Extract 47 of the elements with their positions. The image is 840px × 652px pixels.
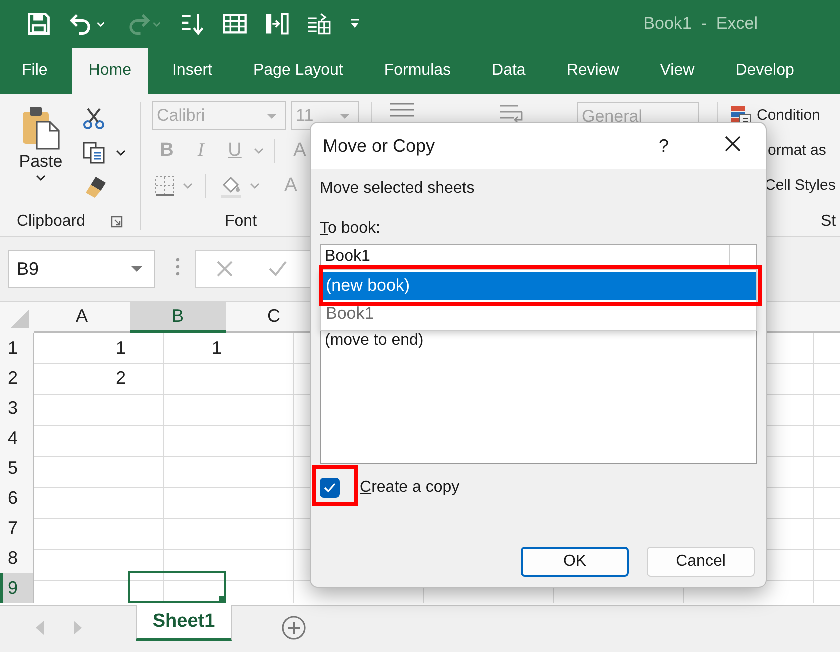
borders-icon[interactable] [153,174,177,198]
checkbox-label[interactable]: Create a copy [360,479,460,497]
dialog-launcher-icon[interactable] [111,216,124,228]
ribbon-tab[interactable]: File [5,48,65,94]
ribbon-tab[interactable]: Page Layout [236,48,360,94]
calculator-icon[interactable] [306,11,332,37]
ribbon-tab[interactable]: Develop [718,48,812,94]
help-button[interactable]: ? [658,136,669,156]
close-icon[interactable] [724,134,742,152]
caret-icon[interactable] [116,149,126,157]
active-cell-frame[interactable] [128,571,226,603]
ribbon-tab[interactable]: Home [72,48,148,94]
save-icon[interactable] [26,11,52,37]
paste-button[interactable]: Paste [8,100,74,200]
dialog-button[interactable]: OK [521,547,629,577]
list-item[interactable]: (move to end) [325,332,752,350]
copy-icon[interactable] [82,141,106,165]
row-header[interactable]: 9 [0,573,34,603]
scissors-icon[interactable] [82,107,106,131]
ribbon-tab[interactable]: Review [550,48,636,94]
dialog-title: Move or Copy [323,136,436,156]
align-icon[interactable] [389,102,415,118]
table-cell-text: 2 [114,366,127,390]
split-icon[interactable] [264,11,290,37]
checkbox[interactable] [320,478,340,498]
group-label: St [821,213,836,231]
field-label: To book: [320,220,382,239]
paste-caret-icon[interactable] [36,174,46,182]
window-title: Book1 - Excel [644,14,758,34]
ribbon-tab[interactable]: Data [475,48,543,94]
sheet-tab[interactable]: Sheet1 [136,605,232,641]
add-sheet-icon[interactable] [282,616,306,640]
table-cell-text: 1 [210,336,223,360]
ribbon-tab[interactable]: Insert [155,48,230,94]
dialog-heading: Move selected sheets [320,180,476,199]
dialog-button[interactable]: Cancel [647,547,755,577]
ribbon-tab[interactable]: View [643,48,712,94]
styles-button[interactable]: ormat as [768,142,826,159]
clipboard-icon [21,104,61,150]
table-cell-text: 1 [114,336,127,360]
name-box[interactable]: B9 [8,250,155,288]
check-icon [324,483,336,493]
group-label: Clipboard [17,213,86,232]
ribbon-tab[interactable]: Formulas [367,48,468,94]
group-label: Font [225,213,258,231]
dropdown-option[interactable]: (new book) [321,272,756,300]
column-header[interactable]: B [130,302,226,333]
